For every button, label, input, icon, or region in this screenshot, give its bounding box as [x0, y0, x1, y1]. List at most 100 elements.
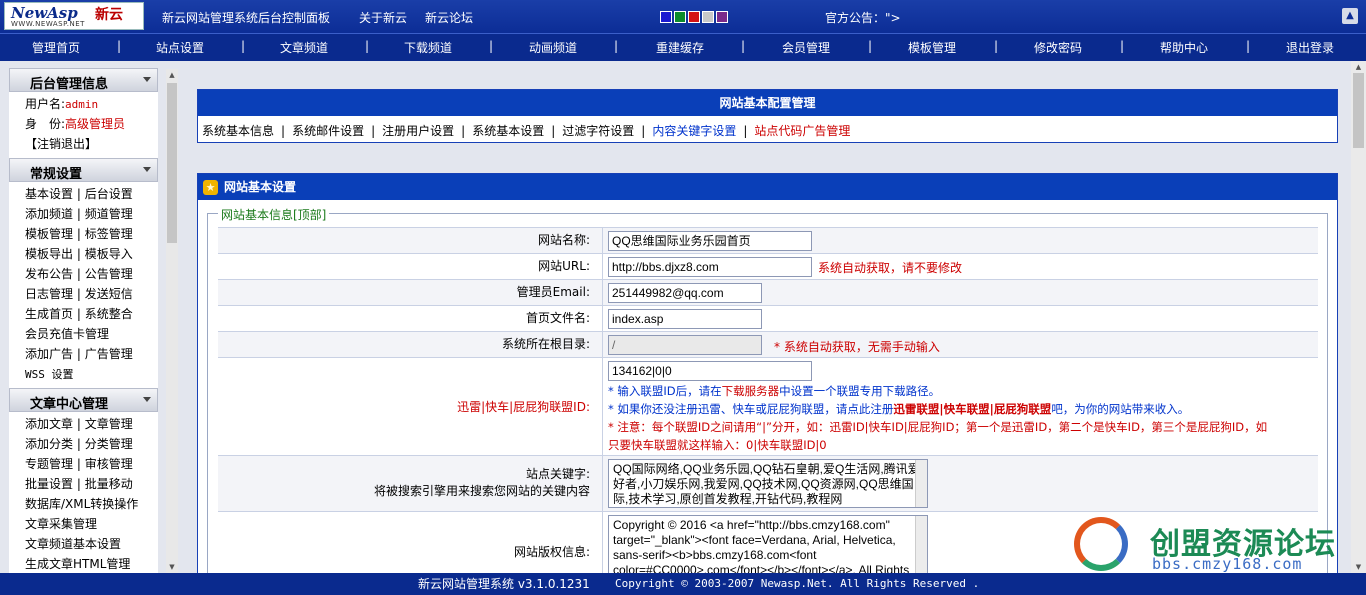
root-dir-label: 系统所在根目录:: [218, 332, 603, 357]
skin-swatch-red[interactable]: [688, 11, 700, 23]
menu-backend-settings[interactable]: 后台设置: [85, 187, 133, 201]
union-note-2-text: * 如果你还没注册迅雷、快车或屁屁狗联盟，请点此注册: [608, 402, 894, 416]
scroll-down-arrow-icon[interactable]: ▼: [166, 561, 178, 573]
skin-swatch-purple[interactable]: [716, 11, 728, 23]
nav-rebuild-cache[interactable]: 重建缓存: [656, 39, 704, 56]
textarea-scrollbar[interactable]: [915, 516, 927, 573]
nav-download-channel[interactable]: 下载频道: [404, 39, 452, 56]
nav-home[interactable]: 管理首页: [32, 39, 80, 56]
about-link[interactable]: 关于新云: [359, 9, 407, 26]
download-server-link[interactable]: 下载服务器: [722, 384, 780, 398]
username-label: 用户名:: [25, 97, 66, 111]
menu-send-sms[interactable]: 发送短信: [85, 287, 133, 301]
article-center-header[interactable]: 文章中心管理: [9, 388, 158, 412]
nav-change-password[interactable]: 修改密码: [1034, 39, 1082, 56]
menu-recharge-card[interactable]: 会员充值卡管理: [25, 327, 109, 341]
main-scroll-thumb[interactable]: [1353, 73, 1364, 148]
menu-template-import[interactable]: 模板导入: [85, 247, 133, 261]
admin-info-header[interactable]: 后台管理信息: [9, 68, 158, 92]
main-scrollbar[interactable]: ▲ ▼: [1351, 61, 1366, 573]
menu-generate-article-html[interactable]: 生成文章HTML管理: [25, 557, 130, 571]
footer: 新云网站管理系统 v3.1.0.1231 Copyright © 2003-20…: [0, 573, 1366, 595]
nav-article-channel[interactable]: 文章频道: [280, 39, 328, 56]
xunlei-union-link[interactable]: 迅雷联盟: [893, 402, 939, 416]
menu-system-integration[interactable]: 系统整合: [85, 307, 133, 321]
menu-article-admin[interactable]: 文章管理: [85, 417, 133, 431]
site-url-input[interactable]: http://bbs.djxz8.com: [608, 257, 812, 277]
tab-mail-settings[interactable]: 系统邮件设置: [292, 124, 364, 138]
nav-logout[interactable]: 退出登录: [1286, 39, 1334, 56]
flashget-union-link[interactable]: 快车联盟: [944, 402, 990, 416]
nav-separator: |: [614, 39, 619, 53]
menu-article-channel-settings[interactable]: 文章频道基本设置: [25, 537, 121, 551]
panel-title-link[interactable]: 新云网站管理系统后台控制面板: [162, 9, 330, 26]
menu-category-admin[interactable]: 分类管理: [85, 437, 133, 451]
tab-system-info[interactable]: 系统基本信息: [202, 124, 274, 138]
skin-swatch-gray[interactable]: [702, 11, 714, 23]
menu-channel-admin[interactable]: 频道管理: [85, 207, 133, 221]
menu-ad-admin[interactable]: 广告管理: [85, 347, 133, 361]
nav-member-admin[interactable]: 会员管理: [782, 39, 830, 56]
menu-basic-settings[interactable]: 基本设置: [25, 187, 73, 201]
menu-add-ad[interactable]: 添加广告: [25, 347, 73, 361]
settings-panel-header: ★ 网站基本设置: [198, 174, 1337, 200]
newasp-logo[interactable]: NewAsp 新云 WWW.NEWASP.NET: [4, 2, 144, 30]
admin-email-input[interactable]: 251449982@qq.com: [608, 283, 762, 303]
menu-log-admin[interactable]: 日志管理: [25, 287, 73, 301]
username-value: admin: [65, 98, 99, 111]
menu-template-admin[interactable]: 模板管理: [25, 227, 73, 241]
site-name-input[interactable]: QQ思维国际业务乐园首页: [608, 231, 812, 251]
union-note-1-text: * 输入联盟ID后，请在: [608, 384, 722, 398]
index-file-cell: index.asp: [604, 306, 1318, 331]
union-id-label: 迅雷|快车|屁屁狗联盟ID:: [218, 358, 603, 455]
menu-post-notice[interactable]: 发布公告: [25, 267, 73, 281]
menu-add-category[interactable]: 添加分类: [25, 437, 73, 451]
menu-tag-admin[interactable]: 标签管理: [85, 227, 133, 241]
textarea-scrollbar[interactable]: [915, 460, 927, 507]
tab-register-settings[interactable]: 注册用户设置: [382, 124, 454, 138]
menu-generate-home[interactable]: 生成首页: [25, 307, 73, 321]
common-settings-header[interactable]: 常规设置: [9, 158, 158, 182]
menu-article-collect[interactable]: 文章采集管理: [25, 517, 97, 531]
nav-site-settings[interactable]: 站点设置: [156, 39, 204, 56]
sidebar-scroll-thumb[interactable]: [167, 83, 177, 243]
keywords-label-cell: 站点关键字: 将被搜索引擎用来搜索您网站的关键内容: [218, 456, 603, 511]
root-dir-input: /: [608, 335, 762, 355]
menu-batch-settings[interactable]: 批量设置: [25, 477, 73, 491]
union-note-3: * 注意：每个联盟ID之间请用“|”分开，如：迅雷ID|快车ID|屁屁狗ID；第…: [608, 420, 1268, 434]
index-file-input[interactable]: index.asp: [608, 309, 762, 329]
nav-template-admin[interactable]: 模板管理: [908, 39, 956, 56]
menu-notice-admin[interactable]: 公告管理: [85, 267, 133, 281]
skin-swatch-blue[interactable]: [660, 11, 672, 23]
skin-swatch-green[interactable]: [674, 11, 686, 23]
tab-ad-code-admin[interactable]: 站点代码广告管理: [754, 124, 850, 138]
nav-flash-channel[interactable]: 动画频道: [529, 39, 577, 56]
role-value: 高级管理员: [65, 117, 126, 131]
sidebar-scrollbar[interactable]: ▲ ▼: [166, 69, 178, 573]
scroll-up-icon[interactable]: ▲: [1342, 8, 1358, 24]
menu-batch-move[interactable]: 批量移动: [85, 477, 133, 491]
settings-panel-title: 网站基本设置: [224, 180, 297, 194]
copyright-textarea[interactable]: Copyright © 2016 <a href="http://bbs.cmz…: [608, 515, 928, 573]
nav-help-center[interactable]: 帮助中心: [1160, 39, 1208, 56]
menu-template-export[interactable]: 模板导出: [25, 247, 73, 261]
forum-link[interactable]: 新云论坛: [425, 9, 473, 26]
menu-wss-settings[interactable]: WSS 设置: [25, 368, 74, 381]
tab-system-settings[interactable]: 系统基本设置: [472, 124, 544, 138]
menu-db-xml-convert[interactable]: 数据库/XML转换操作: [25, 497, 138, 511]
menu-review-admin[interactable]: 审核管理: [85, 457, 133, 471]
scroll-up-arrow-icon[interactable]: ▲: [166, 69, 178, 81]
config-panel-title: 网站基本配置管理: [198, 90, 1337, 116]
menu-add-article[interactable]: 添加文章: [25, 417, 73, 431]
keywords-textarea[interactable]: QQ国际网络,QQ业务乐园,QQ钻石皇朝,爱Q生活网,腾讯爱好者,小刀娱乐网,我…: [608, 459, 928, 508]
tab-keyword-settings[interactable]: 内容关键字设置: [652, 124, 736, 138]
menu-add-channel[interactable]: 添加频道: [25, 207, 73, 221]
tab-filter-settings[interactable]: 过滤字符设置: [562, 124, 634, 138]
menu-topic-admin[interactable]: 专题管理: [25, 457, 73, 471]
article-center-title: 文章中心管理: [30, 397, 109, 412]
nav-separator: |: [117, 39, 122, 53]
logout-link[interactable]: 【注销退出】: [25, 137, 97, 151]
scroll-up-arrow-icon[interactable]: ▲: [1351, 61, 1366, 73]
union-id-input[interactable]: 134162|0|0: [608, 361, 812, 381]
ppg-union-link[interactable]: 屁屁狗联盟: [994, 402, 1052, 416]
